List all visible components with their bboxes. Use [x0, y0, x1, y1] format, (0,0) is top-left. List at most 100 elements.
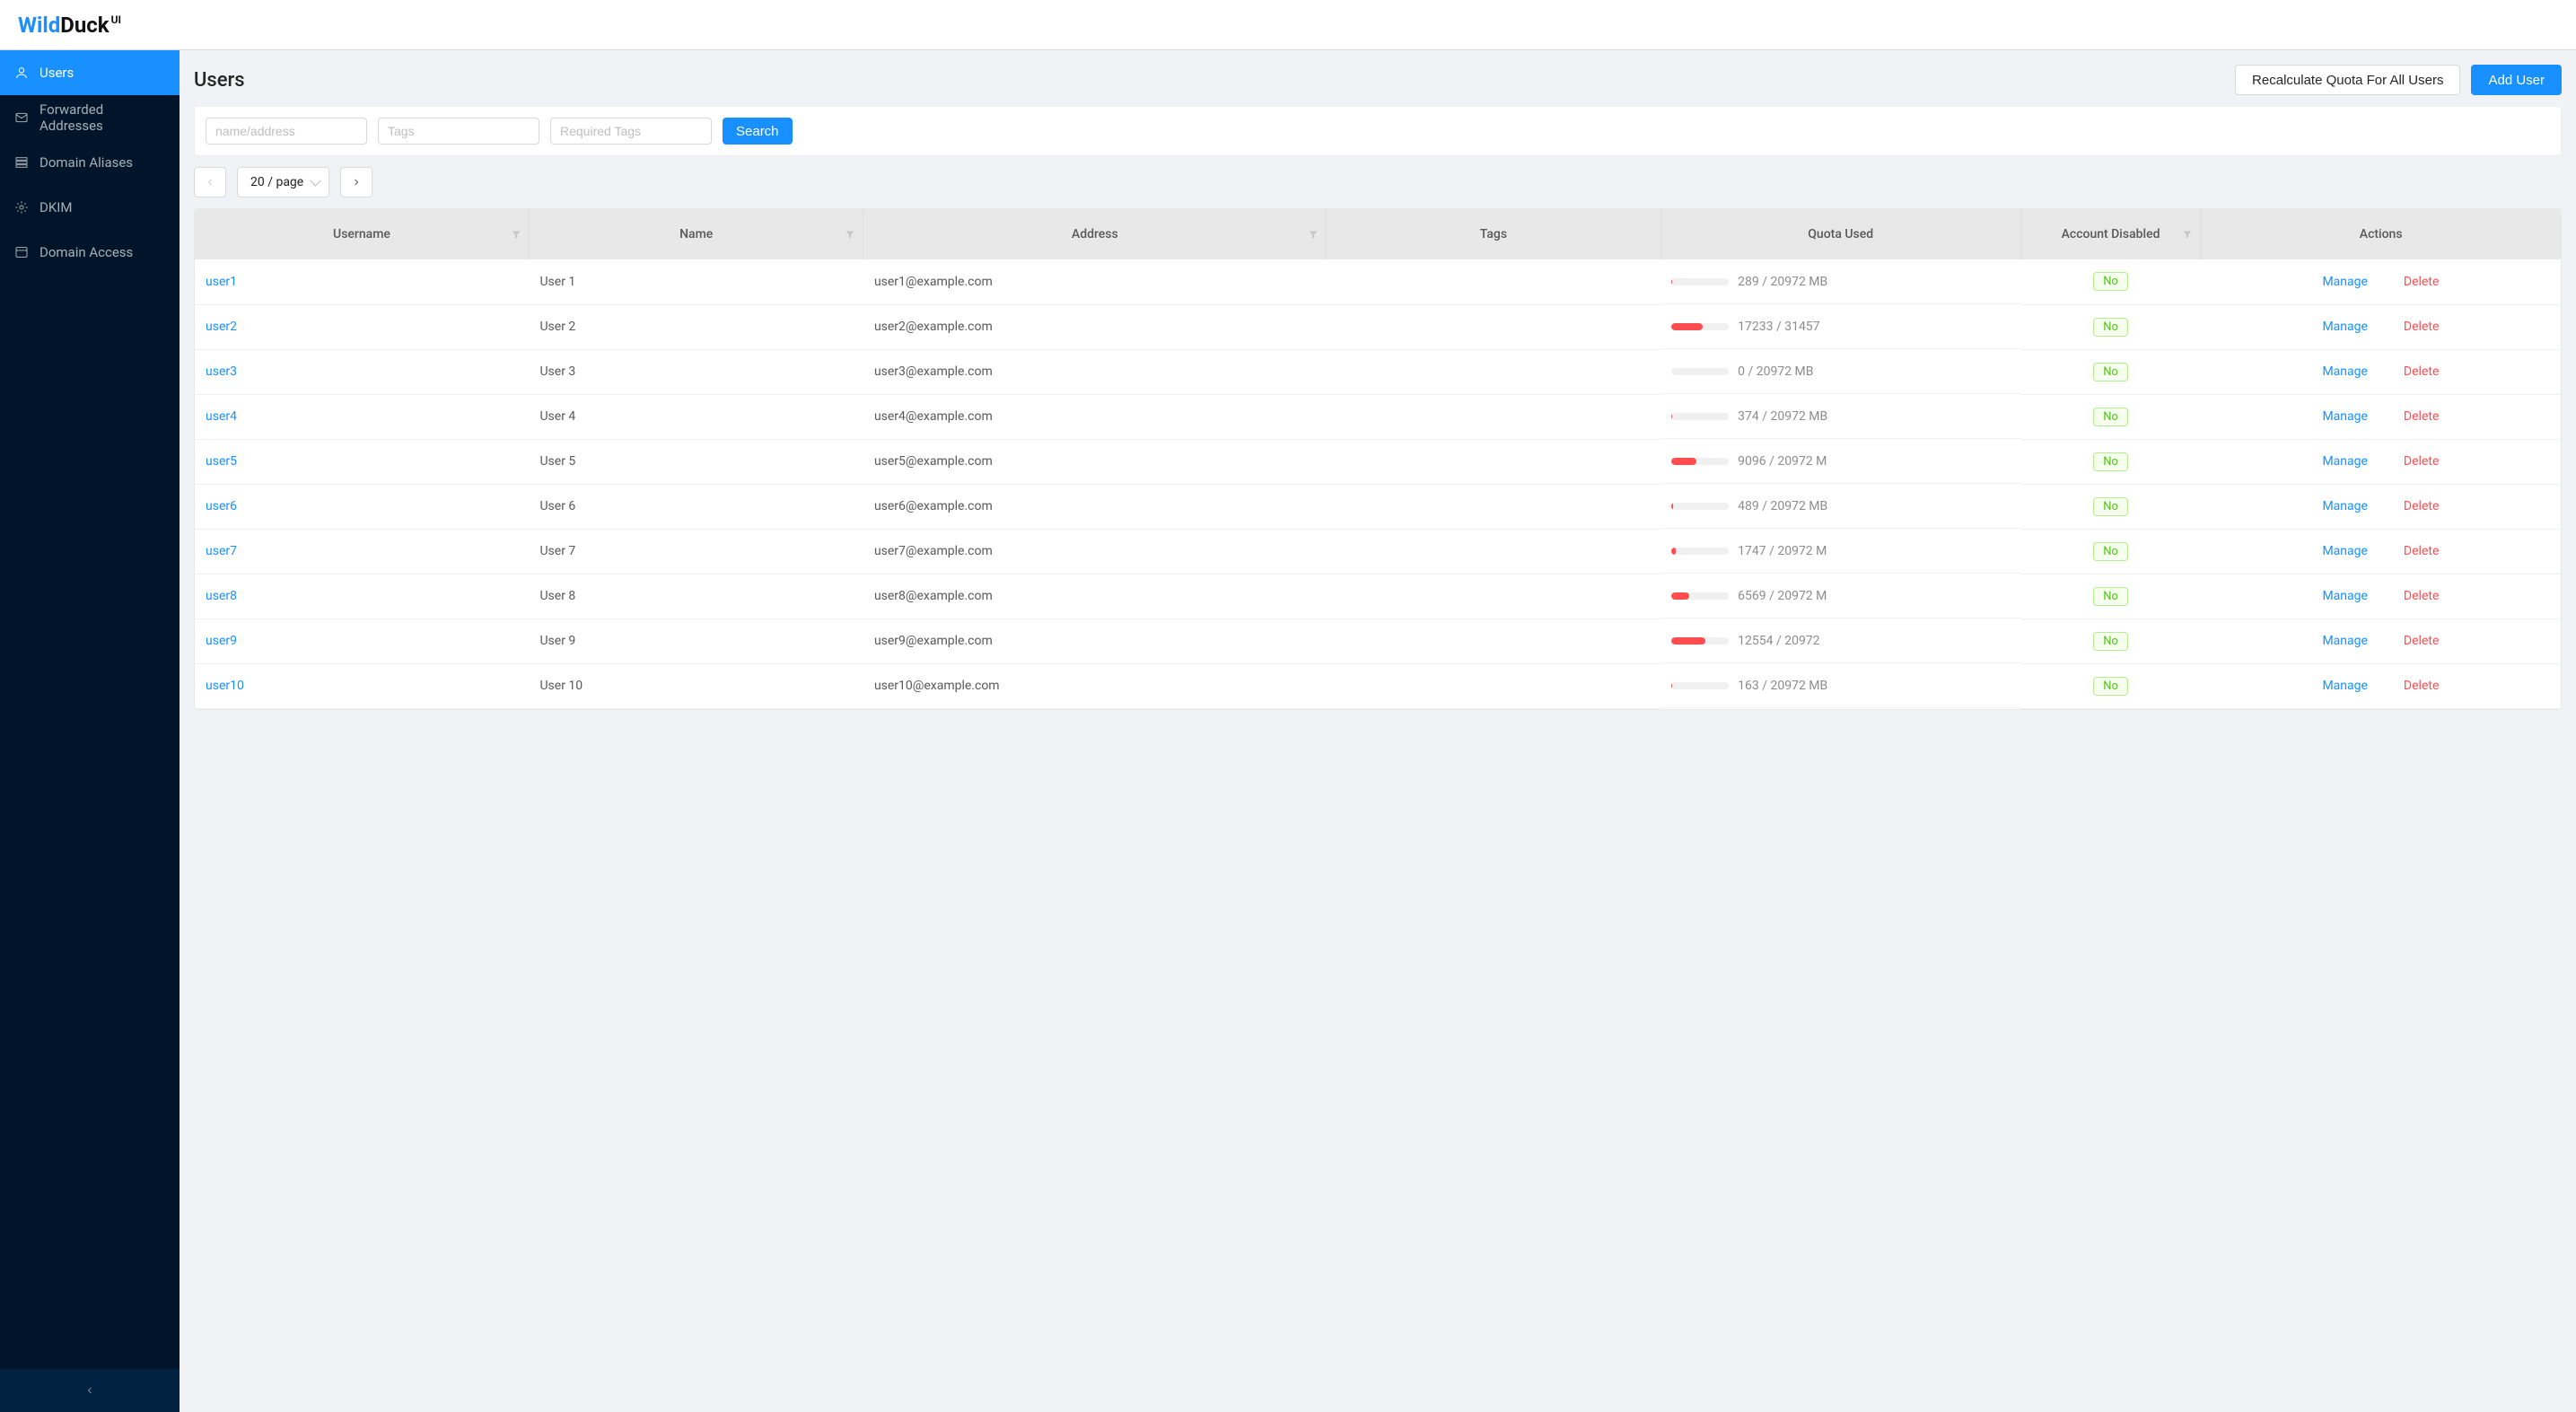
- username-link[interactable]: user9: [206, 634, 237, 648]
- manage-button[interactable]: Manage: [2322, 275, 2367, 289]
- delete-button[interactable]: Delete: [2404, 454, 2439, 469]
- cell-disabled: No: [2020, 304, 2201, 349]
- quota-progress: [1671, 458, 1729, 465]
- sidebar-item-label: Domain Access: [39, 244, 133, 260]
- column-header[interactable]: Address: [863, 209, 1327, 259]
- cell-tags: [1327, 439, 1660, 484]
- manage-button[interactable]: Manage: [2322, 634, 2367, 648]
- sidebar-item-forwarded-addresses[interactable]: Forwarded Addresses: [0, 95, 180, 140]
- quota-progress: [1671, 323, 1729, 330]
- cell-username: user8: [195, 574, 529, 618]
- cell-disabled: No: [2020, 574, 2201, 618]
- cell-quota: 12554 / 20972: [1660, 618, 2020, 663]
- manage-button[interactable]: Manage: [2322, 679, 2367, 693]
- manage-button[interactable]: Manage: [2322, 320, 2367, 334]
- quota-text: 17233 / 31457: [1738, 320, 1819, 334]
- add-user-button[interactable]: Add User: [2471, 65, 2562, 95]
- manage-button[interactable]: Manage: [2322, 364, 2367, 379]
- cell-quota: 6569 / 20972 M: [1660, 574, 2020, 618]
- disabled-badge: No: [2093, 542, 2128, 561]
- page-actions: Recalculate Quota For All Users Add User: [2235, 65, 2562, 95]
- quota-progress: [1671, 592, 1729, 600]
- delete-button[interactable]: Delete: [2404, 589, 2439, 603]
- cell-name: User 3: [529, 349, 863, 394]
- cell-address: user9@example.com: [863, 618, 1327, 663]
- delete-button[interactable]: Delete: [2404, 409, 2439, 424]
- column-header: Actions: [2201, 209, 2561, 259]
- cell-tags: [1327, 349, 1660, 394]
- delete-button[interactable]: Delete: [2404, 275, 2439, 289]
- username-link[interactable]: user4: [206, 409, 237, 424]
- cell-tags: [1327, 259, 1660, 304]
- username-link[interactable]: user2: [206, 320, 237, 334]
- cell-quota: 0 / 20972 MB: [1660, 349, 2020, 394]
- manage-button[interactable]: Manage: [2322, 409, 2367, 424]
- page-header: Users Recalculate Quota For All Users Ad…: [194, 65, 2562, 95]
- delete-button[interactable]: Delete: [2404, 544, 2439, 558]
- cell-disabled: No: [2020, 663, 2201, 708]
- manage-button[interactable]: Manage: [2322, 589, 2367, 603]
- cell-quota: 163 / 20972 MB: [1660, 663, 2020, 708]
- cell-quota: 17233 / 31457: [1660, 304, 2020, 349]
- search-tags-input[interactable]: [378, 118, 539, 145]
- sidebar-item-dkim[interactable]: DKIM: [0, 185, 180, 230]
- cell-username: user1: [195, 259, 529, 304]
- sidebar-item-label: Users: [39, 65, 74, 81]
- username-link[interactable]: user10: [206, 679, 244, 693]
- manage-button[interactable]: Manage: [2322, 499, 2367, 513]
- cell-tags: [1327, 663, 1660, 708]
- table-row: user6User 6user6@example.com489 / 20972 …: [195, 484, 2561, 529]
- delete-button[interactable]: Delete: [2404, 320, 2439, 334]
- sidebar-item-domain-access[interactable]: Domain Access: [0, 230, 180, 275]
- search-name-input[interactable]: [206, 118, 367, 145]
- table-row: user5User 5user5@example.com9096 / 20972…: [195, 439, 2561, 484]
- pagination: 20 / page: [194, 167, 2562, 197]
- disabled-badge: No: [2093, 272, 2128, 291]
- column-label: Account Disabled: [2062, 227, 2160, 241]
- sidebar-collapse-button[interactable]: [0, 1369, 180, 1412]
- cell-username: user9: [195, 618, 529, 663]
- cell-disabled: No: [2020, 529, 2201, 574]
- page-size-select[interactable]: 20 / page: [237, 167, 329, 197]
- logo-ui: UI: [111, 13, 121, 26]
- access-icon: [14, 245, 29, 259]
- delete-button[interactable]: Delete: [2404, 679, 2439, 693]
- quota-progress: [1671, 368, 1729, 375]
- cell-actions: Manage Delete: [2201, 574, 2561, 618]
- username-link[interactable]: user6: [206, 499, 237, 513]
- sidebar-item-domain-aliases[interactable]: Domain Aliases: [0, 140, 180, 185]
- username-link[interactable]: user5: [206, 454, 237, 469]
- delete-button[interactable]: Delete: [2404, 364, 2439, 379]
- search-button[interactable]: Search: [723, 118, 793, 145]
- cell-actions: Manage Delete: [2201, 529, 2561, 574]
- username-link[interactable]: user8: [206, 589, 237, 603]
- quota-text: 9096 / 20972 M: [1738, 454, 1827, 469]
- manage-button[interactable]: Manage: [2322, 544, 2367, 558]
- column-header[interactable]: Username: [195, 209, 529, 259]
- chevron-left-icon: [205, 177, 215, 188]
- alias-icon: [14, 155, 29, 170]
- cell-username: user4: [195, 394, 529, 439]
- pager-next-button[interactable]: [340, 167, 372, 197]
- delete-button[interactable]: Delete: [2404, 499, 2439, 513]
- pager-prev-button[interactable]: [194, 167, 226, 197]
- recalculate-button[interactable]: Recalculate Quota For All Users: [2235, 65, 2460, 95]
- username-link[interactable]: user3: [206, 364, 237, 379]
- column-header[interactable]: Name: [529, 209, 863, 259]
- quota-progress: [1671, 503, 1729, 510]
- disabled-badge: No: [2093, 632, 2128, 651]
- table-row: user10User 10user10@example.com163 / 209…: [195, 663, 2561, 708]
- table-row: user2User 2user2@example.com17233 / 3145…: [195, 304, 2561, 349]
- disabled-badge: No: [2093, 497, 2128, 516]
- manage-button[interactable]: Manage: [2322, 454, 2367, 469]
- sidebar-item-users[interactable]: Users: [0, 50, 180, 95]
- column-header[interactable]: Account Disabled: [2020, 209, 2201, 259]
- cell-name: User 1: [529, 259, 863, 304]
- search-required-tags-input[interactable]: [550, 118, 712, 145]
- delete-button[interactable]: Delete: [2404, 634, 2439, 648]
- logo: WildDuckUI: [18, 13, 121, 38]
- username-link[interactable]: user1: [206, 275, 237, 289]
- cell-disabled: No: [2020, 439, 2201, 484]
- username-link[interactable]: user7: [206, 544, 237, 558]
- column-label: Address: [1072, 227, 1118, 241]
